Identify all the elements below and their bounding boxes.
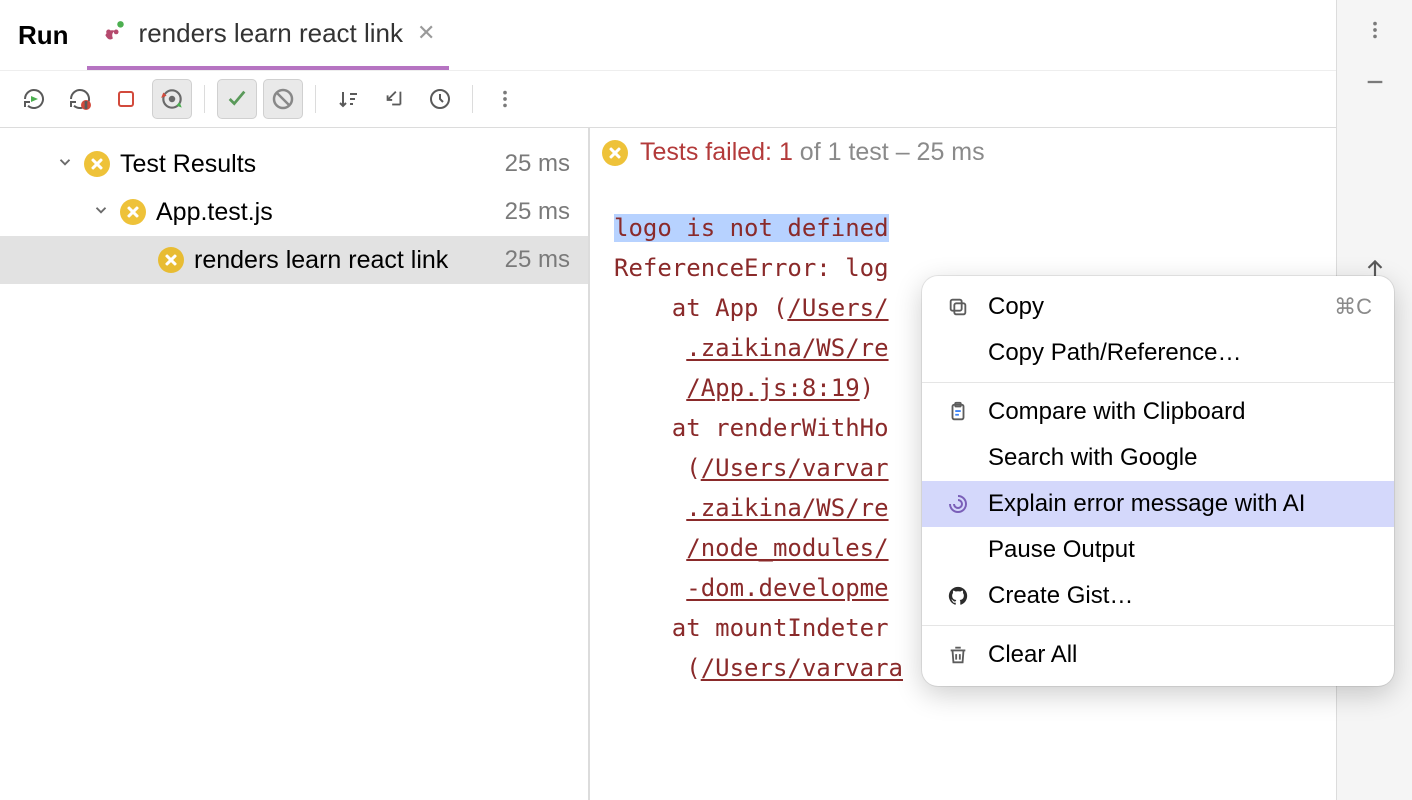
tree-time: 25 ms — [505, 198, 570, 226]
copy-icon — [944, 296, 972, 318]
sort-button[interactable] — [328, 79, 368, 119]
stack-link[interactable]: /Users/varvara — [701, 654, 903, 682]
stack-link[interactable]: .zaikina/WS/re — [686, 494, 888, 522]
fail-icon — [120, 199, 146, 225]
tree-label: renders learn react link — [194, 246, 495, 275]
context-menu: Copy ⌘C Copy Path/Reference… Compare wit… — [922, 276, 1394, 686]
tree-label: Test Results — [120, 150, 495, 179]
more-icon[interactable] — [1359, 14, 1391, 46]
test-tree-item[interactable]: renders learn react link 25 ms — [0, 236, 588, 284]
clipboard-icon — [944, 401, 972, 423]
minimize-icon[interactable] — [1359, 66, 1391, 98]
summary-failed: Tests failed: 1 — [640, 138, 793, 166]
stack-link[interactable]: -dom.developme — [686, 574, 888, 602]
summary-rest: of 1 test – 25 ms — [793, 138, 985, 166]
stack-link[interactable]: /node_modules/ — [686, 534, 888, 562]
stack-link[interactable]: /Users/ — [787, 294, 888, 322]
rerun-failed-button[interactable]: ! — [60, 79, 100, 119]
more-options-button[interactable] — [485, 79, 525, 119]
header: Run renders learn react link ✕ — [0, 0, 1336, 70]
separator — [315, 85, 316, 113]
console-line: logo is not defined — [614, 214, 889, 242]
test-summary: Tests failed: 1 of 1 test – 25 ms — [590, 128, 1336, 178]
jest-icon — [101, 20, 127, 46]
rerun-button[interactable] — [14, 79, 54, 119]
run-tool-label: Run — [18, 20, 69, 51]
menu-copy[interactable]: Copy ⌘C — [922, 284, 1394, 330]
chevron-down-icon[interactable] — [92, 201, 110, 224]
close-tab-icon[interactable]: ✕ — [415, 20, 437, 46]
stack-link[interactable]: /Users/varvar — [701, 454, 889, 482]
fail-icon — [602, 140, 628, 166]
expand-button[interactable] — [374, 79, 414, 119]
tree-label: App.test.js — [156, 198, 495, 227]
stop-button[interactable] — [106, 79, 146, 119]
show-passed-button[interactable] — [217, 79, 257, 119]
menu-clear-all[interactable]: Clear All — [922, 632, 1394, 678]
stack-link[interactable]: .zaikina/WS/re — [686, 334, 888, 362]
toggle-auto-test-button[interactable] — [152, 79, 192, 119]
fail-icon — [84, 151, 110, 177]
test-tree-root[interactable]: Test Results 25 ms — [0, 140, 588, 188]
menu-copy-path[interactable]: Copy Path/Reference… — [922, 330, 1394, 376]
separator — [204, 85, 205, 113]
github-icon — [944, 585, 972, 607]
menu-pause-output[interactable]: Pause Output — [922, 527, 1394, 573]
tree-time: 25 ms — [505, 246, 570, 274]
history-button[interactable] — [420, 79, 460, 119]
svg-text:!: ! — [85, 101, 87, 110]
tree-time: 25 ms — [505, 150, 570, 178]
menu-compare-clipboard[interactable]: Compare with Clipboard — [922, 389, 1394, 435]
menu-create-gist[interactable]: Create Gist… — [922, 573, 1394, 619]
chevron-down-icon[interactable] — [56, 153, 74, 176]
ai-icon — [944, 492, 972, 516]
menu-separator — [922, 625, 1394, 626]
test-tree-file[interactable]: App.test.js 25 ms — [0, 188, 588, 236]
separator — [472, 85, 473, 113]
stack-link[interactable]: /App.js:8:19 — [686, 374, 859, 402]
fail-icon — [158, 247, 184, 273]
tab-title: renders learn react link — [139, 18, 403, 49]
menu-separator — [922, 382, 1394, 383]
toolbar: ! — [0, 70, 1336, 127]
menu-search-google[interactable]: Search with Google — [922, 435, 1394, 481]
menu-explain-ai[interactable]: Explain error message with AI — [922, 481, 1394, 527]
show-ignored-button[interactable] — [263, 79, 303, 119]
run-tab[interactable]: renders learn react link ✕ — [87, 0, 450, 70]
shortcut: ⌘C — [1334, 294, 1372, 320]
test-tree: Test Results 25 ms App.test.js 25 ms — [0, 128, 590, 800]
trash-icon — [944, 644, 972, 666]
